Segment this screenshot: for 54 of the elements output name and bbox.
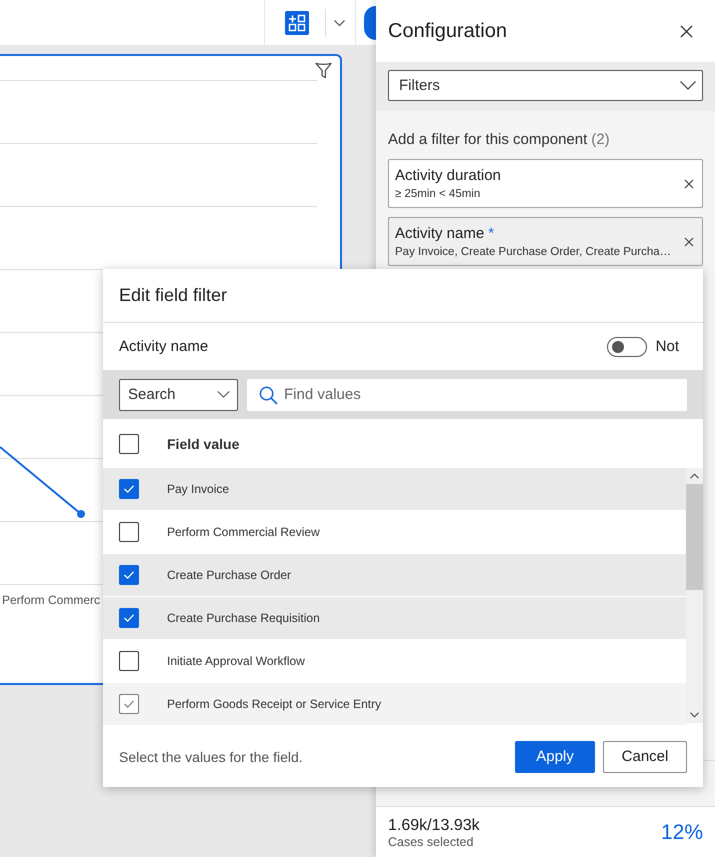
- scrollbar-thumb[interactable]: [686, 484, 703, 590]
- hint-text: Select the values for the field.: [119, 748, 303, 764]
- filters-dropdown[interactable]: Filters: [388, 70, 703, 101]
- chevron-down-icon[interactable]: [334, 20, 345, 26]
- close-icon[interactable]: [684, 178, 694, 188]
- checkbox[interactable]: [119, 608, 139, 628]
- search-field[interactable]: Find values: [247, 378, 687, 410]
- column-header: Field value: [167, 436, 240, 452]
- filter-icon[interactable]: [315, 62, 332, 79]
- filter-card[interactable]: Activity duration ≥ 25min < 45min: [388, 159, 703, 208]
- scrollbar[interactable]: [686, 468, 703, 723]
- value-label: Create Purchase Order: [167, 568, 292, 582]
- chevron-down-icon: [217, 391, 230, 398]
- cancel-button[interactable]: Cancel: [603, 740, 687, 772]
- chevron-down-icon: [680, 81, 696, 90]
- required-mark: *: [488, 224, 494, 242]
- section-heading: Add a filter for this component: [388, 131, 588, 149]
- chevron-down-icon[interactable]: [690, 712, 699, 718]
- search-icon: [259, 386, 278, 404]
- data-point: [77, 510, 85, 518]
- plus-grid-icon[interactable]: [285, 10, 309, 34]
- chevron-up-icon[interactable]: [690, 473, 699, 479]
- close-icon[interactable]: [684, 236, 694, 246]
- checkbox[interactable]: [119, 479, 139, 499]
- list-row[interactable]: Create Purchase Order: [103, 554, 686, 597]
- list-row[interactable]: Pay Invoice: [103, 468, 686, 511]
- toggle-label: Not: [656, 338, 679, 355]
- apply-button[interactable]: Apply: [515, 740, 595, 772]
- filter-summary: ≥ 25min < 45min: [395, 186, 480, 200]
- axis-label: Perform Commerc: [1, 593, 100, 607]
- cases-count: 1.69k/13.93k: [388, 816, 480, 834]
- checkbox[interactable]: [119, 522, 139, 542]
- filter-title: Activity name: [395, 224, 484, 242]
- field-name: Activity name: [119, 338, 208, 355]
- checkbox[interactable]: [119, 565, 139, 585]
- value-label: Perform Goods Receipt or Service Entry: [167, 697, 382, 711]
- toggle-switch[interactable]: [606, 336, 647, 356]
- cases-label: Cases selected: [388, 834, 474, 850]
- filter-count: (2): [591, 131, 610, 149]
- mode-dropdown[interactable]: Search: [119, 378, 238, 410]
- filter-card[interactable]: Activity name * Pay Invoice, Create Purchase Order, Create Purcha…: [388, 217, 703, 266]
- filter-title: Activity duration: [395, 166, 501, 184]
- value-label: Perform Commercial Review: [167, 525, 320, 539]
- list-row[interactable]: Create Purchase Requisition: [103, 597, 686, 640]
- filter-summary: Pay Invoice, Create Purchase Order, Create Purcha…: [395, 244, 672, 258]
- value-label: Create Purchase Requisition: [167, 611, 320, 625]
- close-icon[interactable]: [680, 24, 693, 38]
- cases-percent: 12%: [660, 821, 703, 845]
- checkbox[interactable]: [119, 651, 139, 671]
- value-label: Pay Invoice: [167, 482, 230, 496]
- select-all-checkbox[interactable]: [119, 434, 139, 454]
- dialog-title: Edit field filter: [119, 285, 228, 306]
- panel-title: Configuration: [388, 20, 507, 42]
- value-label: Initiate Approval Workflow: [167, 654, 305, 668]
